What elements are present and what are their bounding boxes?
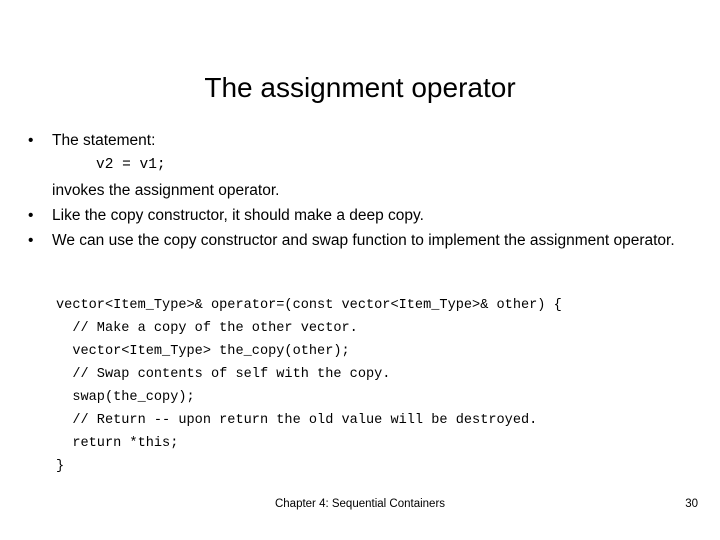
code-line: return *this; [56,436,179,451]
code-block: vector<Item_Type>& operator=(const vecto… [56,294,562,478]
bullet-line: Like the copy constructor, it should mak… [52,207,424,224]
bullet-marker-icon: • [28,132,34,149]
footer-page-number: 30 [685,498,698,510]
code-line: // Make a copy of the other vector. [56,321,358,336]
bullet-marker-icon: • [28,232,34,249]
bullet-line: The statement: [52,132,156,149]
code-line: vector<Item_Type>& operator=(const vecto… [56,298,562,313]
code-line: // Return -- upon return the old value w… [56,413,538,428]
inline-code-line: v2 = v1; [96,157,166,173]
bullet-item: • We can use the copy constructor and swa… [22,228,698,253]
bullet-marker-icon: • [28,207,34,224]
bullet-line: invokes the assignment operator. [52,182,280,199]
footer-title: Chapter 4: Sequential Containers [274,498,446,510]
bullet-line: We can use the copy constructor and swap… [52,232,675,249]
page-title: The assignment operator [204,71,516,103]
bullet-item: • Like the copy constructor, it should ma… [22,203,698,228]
code-line: swap(the_copy); [56,390,195,405]
code-line: } [56,459,65,474]
bullet-text: Like the copy constructor, it should mak… [52,203,698,228]
code-line: // Swap contents of self with the copy. [56,367,391,382]
bullet-text: The statement: v2 = v1; invokes the assign… [52,128,698,203]
bullet-item: • The statement: v2 = v1; invokes the assig… [22,128,698,203]
bullet-text: We can use the copy constructor and swap… [52,228,698,253]
code-line: vector<Item_Type> the_copy(other); [56,344,350,359]
bullet-list: • The statement: v2 = v1; invokes the assig… [22,128,698,253]
